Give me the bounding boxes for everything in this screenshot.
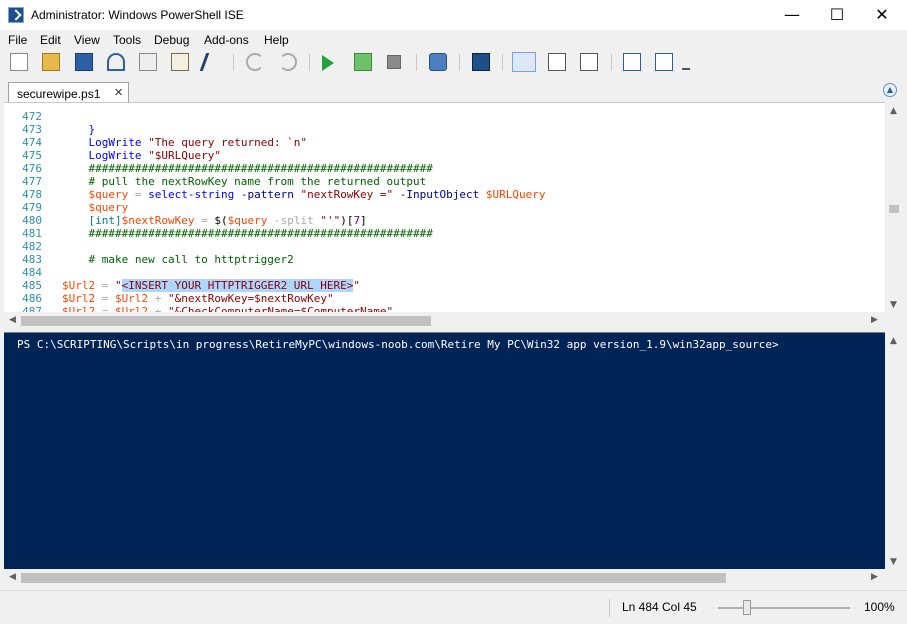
scroll-down-icon[interactable]: ▼ <box>890 557 897 567</box>
code-line: 476 # pull the nextRowKey name from the … <box>4 149 885 188</box>
menu-help[interactable]: Help <box>264 33 289 47</box>
tab-strip: securewipe.ps1 ✕ <box>0 78 907 104</box>
console-pane[interactable]: PS C:\SCRIPTING\Scripts\in progress\Reti… <box>4 332 885 570</box>
menu-tools[interactable]: Tools <box>113 33 141 47</box>
layout-maximized-icon[interactable] <box>580 53 598 71</box>
toolbar-separator <box>459 54 460 71</box>
toolbar-overflow-icon[interactable] <box>682 62 690 70</box>
code-line: 479 [int]$nextRowKey = $($query -split "… <box>4 188 885 227</box>
status-separator <box>609 599 610 617</box>
toolbar-separator <box>416 54 417 71</box>
layout-right-icon[interactable] <box>548 53 566 71</box>
remote-powershell-icon[interactable] <box>429 53 447 71</box>
show-script-pane-icon[interactable] <box>623 53 641 71</box>
menu-file[interactable]: File <box>8 33 27 47</box>
scroll-left-icon[interactable]: ◀ <box>9 315 16 325</box>
run-selection-icon[interactable] <box>354 53 372 71</box>
zoom-slider-track[interactable] <box>718 607 850 609</box>
zoom-level: 100% <box>864 600 895 614</box>
code-line: 480 ####################################… <box>4 201 885 240</box>
start-powershell-icon[interactable] <box>472 53 490 71</box>
new-file-icon[interactable] <box>10 53 28 71</box>
title-bar: Administrator: Windows PowerShell ISE — … <box>0 0 907 30</box>
tab-securewipe[interactable]: securewipe.ps1 ✕ <box>8 82 129 104</box>
status-line: Ln 484 <box>622 600 659 614</box>
powershell-ise-icon <box>8 7 24 23</box>
menu-debug[interactable]: Debug <box>154 33 189 47</box>
scroll-up-icon[interactable]: ▲ <box>890 106 897 116</box>
toolbar-separator <box>233 54 234 71</box>
script-editor[interactable]: 472 } 473 LogWrite "The query returned: … <box>4 102 885 313</box>
zoom-slider-thumb[interactable] <box>743 600 751 615</box>
copy-icon[interactable] <box>139 53 157 71</box>
scroll-thumb[interactable] <box>21 573 726 583</box>
code-line: 482 # make new call to httptrigger2 <box>4 227 885 266</box>
code-line: 486 $Url2 = $Url2 + "&CheckComputerName=… <box>4 279 885 313</box>
toolbar-separator <box>611 54 612 71</box>
editor-horizontal-scrollbar[interactable]: ◀ ▶ <box>4 312 885 329</box>
close-button[interactable]: ✕ <box>859 0 905 30</box>
toolbar-separator <box>309 54 310 71</box>
paste-icon[interactable] <box>171 53 189 71</box>
window-title: Administrator: Windows PowerShell ISE <box>31 8 244 22</box>
tab-close-icon[interactable]: ✕ <box>114 86 123 99</box>
scroll-down-icon[interactable]: ▼ <box>890 300 897 310</box>
save-icon[interactable] <box>75 53 93 71</box>
collapse-script-pane-icon[interactable]: ▲ <box>883 83 897 97</box>
code-line: 472 } <box>4 103 885 136</box>
minimize-button[interactable]: — <box>769 0 815 30</box>
code-line: 481 <box>4 214 885 240</box>
scroll-right-icon[interactable]: ▶ <box>871 315 878 325</box>
scroll-left-icon[interactable]: ◀ <box>9 572 16 582</box>
code-line: 478 $query <box>4 175 885 214</box>
status-column: Col 45 <box>662 600 697 614</box>
scroll-thumb[interactable] <box>889 205 899 213</box>
menu-bar: File Edit View Tools Debug Add-ons Help <box>0 31 907 50</box>
menu-add-ons[interactable]: Add-ons <box>204 33 249 47</box>
console-vertical-scrollbar[interactable]: ▲ ▼ <box>885 332 903 569</box>
code-line: 473 LogWrite "The query returned: `n" <box>4 110 885 149</box>
code-line: 484 $Url2 = "<INSERT YOUR HTTPTRIGGER2 U… <box>4 253 885 292</box>
redo-icon[interactable] <box>279 53 297 71</box>
toolbar <box>0 50 907 76</box>
code-line: 485 $Url2 = $Url2 + "&nextRowKey=$nextRo… <box>4 266 885 305</box>
scroll-thumb[interactable] <box>21 316 431 326</box>
open-folder-icon[interactable] <box>42 53 60 71</box>
console-prompt: PS C:\SCRIPTING\Scripts\in progress\Reti… <box>17 338 779 351</box>
undo-icon[interactable] <box>246 53 264 71</box>
code-line: 475 ####################################… <box>4 136 885 175</box>
cut-icon[interactable] <box>107 53 125 71</box>
stop-icon[interactable] <box>387 55 401 69</box>
clear-icon[interactable] <box>199 53 225 71</box>
code-line: 487 <box>4 292 885 313</box>
code-line: 483 <box>4 240 885 266</box>
editor-vertical-scrollbar[interactable]: ▲ ▼ <box>885 102 903 312</box>
code-line: 477 $query = select-string -pattern "nex… <box>4 162 885 201</box>
scroll-up-icon[interactable]: ▲ <box>890 336 897 346</box>
maximize-button[interactable]: ☐ <box>814 0 860 30</box>
toolbar-separator <box>502 54 503 71</box>
menu-view[interactable]: View <box>74 33 100 47</box>
code-line: 474 LogWrite "$URLQuery" <box>4 123 885 162</box>
menu-edit[interactable]: Edit <box>40 33 61 47</box>
layout-top-icon[interactable] <box>512 52 536 72</box>
console-horizontal-scrollbar[interactable]: ◀ ▶ <box>4 569 885 587</box>
show-commands-icon[interactable] <box>655 53 673 71</box>
scroll-right-icon[interactable]: ▶ <box>871 572 878 582</box>
status-bar: Ln 484 Col 45 100% <box>0 590 907 624</box>
tab-label: securewipe.ps1 <box>17 87 101 101</box>
run-script-icon[interactable] <box>322 55 334 71</box>
